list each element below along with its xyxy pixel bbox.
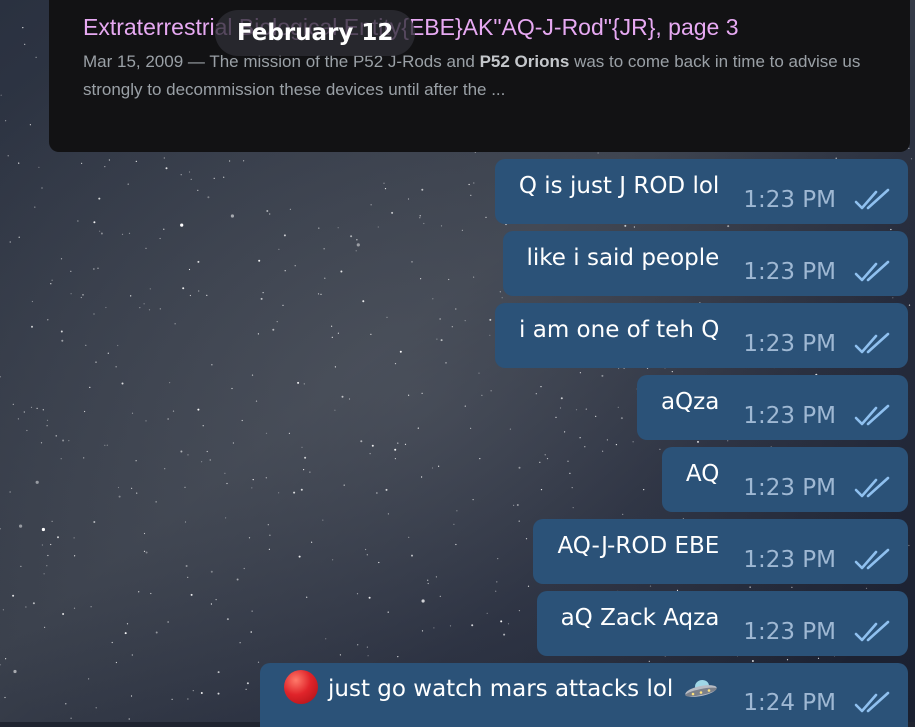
double-check-icon: [854, 620, 890, 641]
message-meta: 1:23 PM: [743, 403, 890, 429]
message-bubble[interactable]: just go watch mars attacks lol 1:24 PM: [260, 663, 908, 727]
message-bubble[interactable]: like i said people 1:23 PM: [502, 231, 908, 296]
red-circle-icon: [284, 670, 318, 704]
double-check-icon: [854, 476, 890, 497]
message-bubble[interactable]: AQ 1:23 PM: [661, 447, 908, 512]
snippet-bold: P52 Orions: [479, 52, 570, 71]
link-preview-snippet: Mar 15, 2009 — The mission of the P52 J-…: [83, 48, 883, 104]
double-check-icon: [854, 548, 890, 569]
link-preview-date: Mar 15, 2009: [83, 52, 184, 71]
message-bubble[interactable]: aQza 1:23 PM: [636, 375, 908, 440]
message-text: just go watch mars attacks lol: [328, 676, 674, 702]
message-time: 1:24 PM: [743, 690, 836, 716]
date-separator: February 12: [215, 10, 416, 56]
message-time: 1:23 PM: [743, 474, 836, 501]
message-text: AQ-J-ROD EBE: [557, 532, 720, 559]
double-check-icon: [854, 404, 890, 425]
link-preview-card[interactable]: Extraterrestrial Biological Entity{EBE}A…: [49, 0, 910, 152]
message-meta: 1:23 PM: [743, 619, 890, 645]
message-time: 1:23 PM: [743, 186, 836, 213]
message-text: like i said people: [526, 244, 720, 271]
message-bubble[interactable]: i am one of teh Q 1:23 PM: [495, 303, 908, 368]
double-check-icon: [854, 260, 890, 281]
message-bubble[interactable]: Q is just J ROD lol 1:23 PM: [494, 159, 908, 224]
message-meta: 1:23 PM: [743, 331, 890, 357]
message-text: aQ Zack Aqza: [560, 604, 720, 631]
message-text: i am one of teh Q: [519, 316, 720, 343]
message-time: 1:23 PM: [743, 618, 836, 645]
flying-saucer-icon: [685, 679, 717, 697]
message-text: aQza: [660, 388, 720, 415]
double-check-icon: [854, 691, 890, 713]
message-time: 1:23 PM: [743, 546, 836, 573]
message-meta: 1:24 PM: [743, 690, 890, 716]
double-check-icon: [854, 332, 890, 353]
message-bubble[interactable]: AQ-J-ROD EBE 1:23 PM: [533, 519, 908, 584]
message-content: just go watch mars attacks lol: [284, 670, 719, 706]
message-text: Q is just J ROD lol: [518, 172, 720, 199]
message-time: 1:23 PM: [743, 258, 836, 285]
message-bubble[interactable]: aQ Zack Aqza 1:23 PM: [536, 591, 908, 656]
message-text: AQ: [685, 460, 720, 487]
link-preview-title[interactable]: Extraterrestrial Biological Entity{EBE}A…: [83, 10, 896, 44]
double-check-icon: [854, 188, 890, 209]
message-meta: 1:23 PM: [743, 547, 890, 573]
message-meta: 1:23 PM: [743, 187, 890, 213]
message-meta: 1:23 PM: [743, 475, 890, 501]
message-time: 1:23 PM: [743, 402, 836, 429]
message-meta: 1:23 PM: [743, 259, 890, 285]
message-time: 1:23 PM: [743, 330, 836, 357]
